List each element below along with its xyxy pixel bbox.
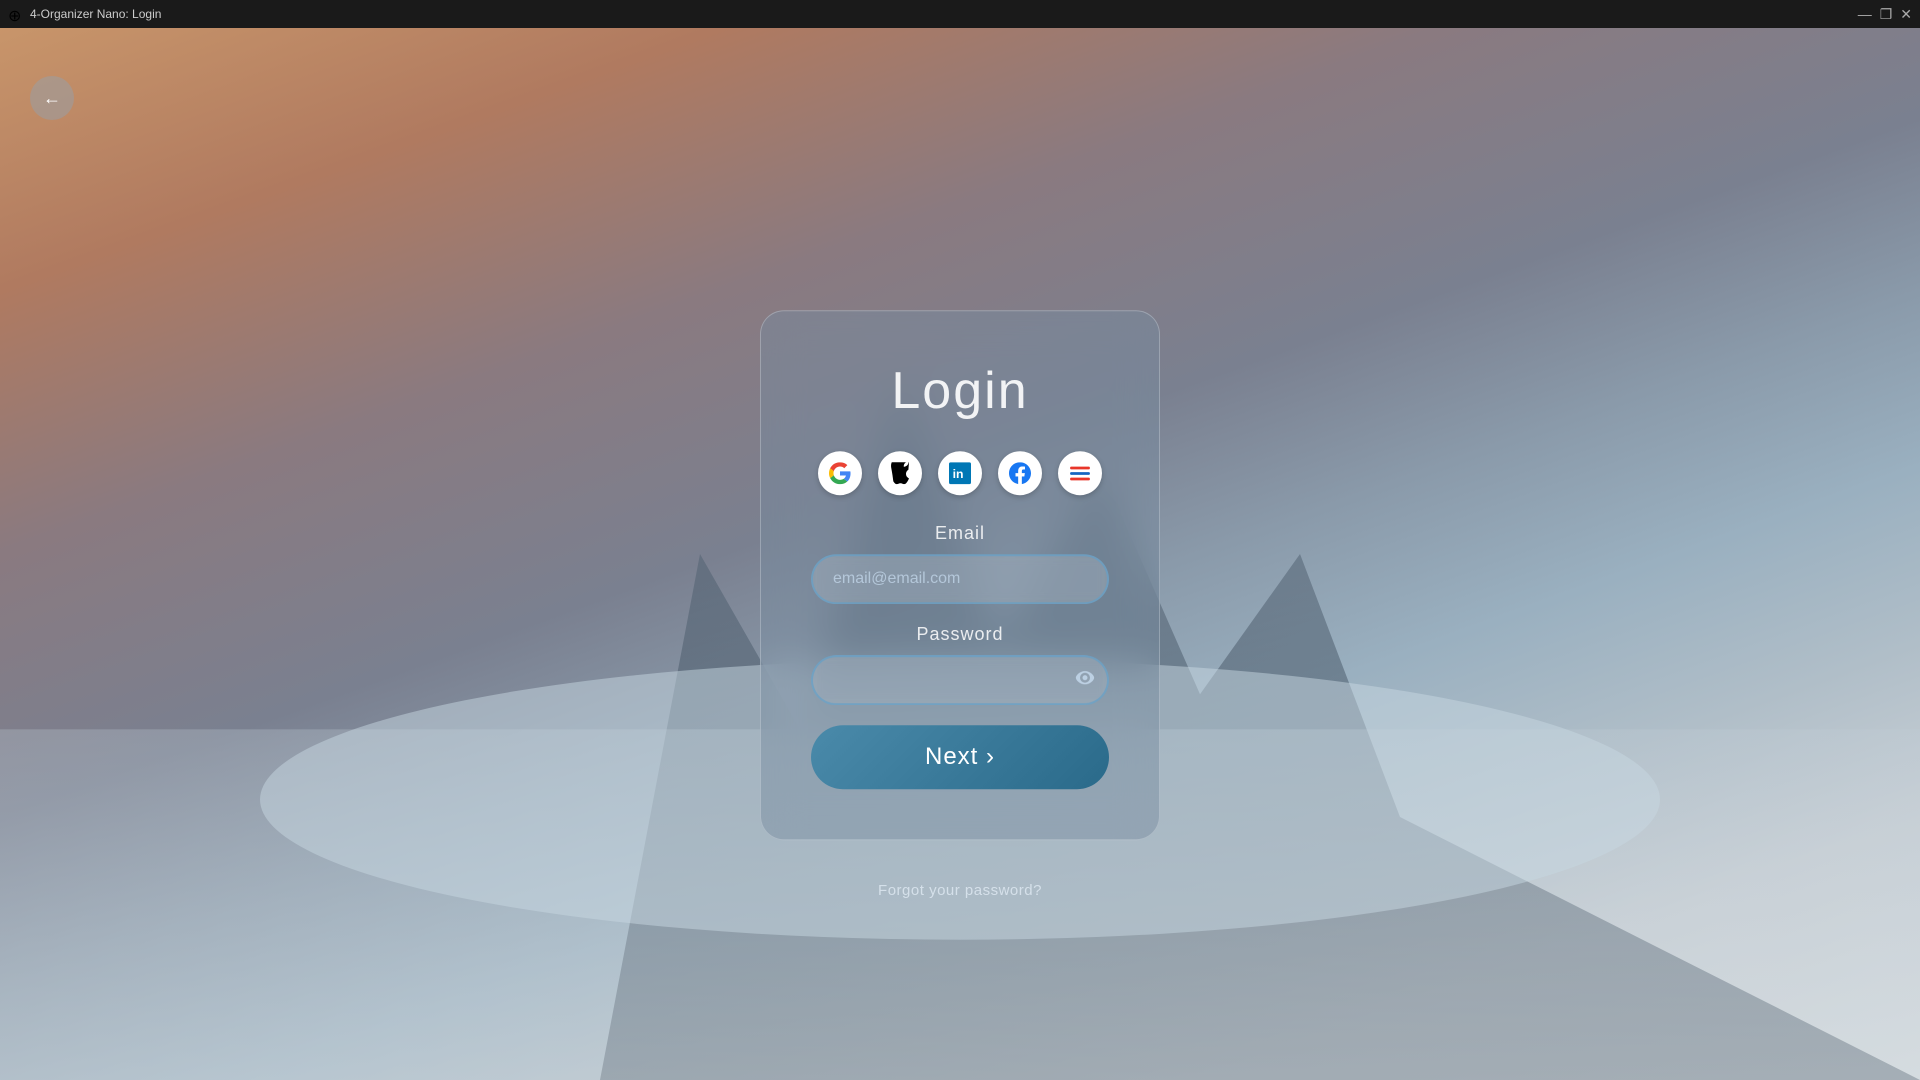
toggle-password-visibility-button[interactable]: [1075, 671, 1095, 690]
forgot-password-link[interactable]: Forgot your password?: [878, 882, 1042, 899]
facebook-login-button[interactable]: [998, 451, 1042, 495]
close-button[interactable]: ✕: [1900, 7, 1912, 21]
titlebar: ⊕ 4-Organizer Nano: Login — ❐ ✕: [0, 0, 1920, 28]
apple-icon: [890, 462, 910, 484]
back-button[interactable]: ←: [30, 76, 74, 120]
minimize-button[interactable]: —: [1858, 7, 1872, 21]
next-button[interactable]: Next ›: [811, 725, 1109, 789]
back-arrow-icon: ←: [43, 88, 61, 109]
google-login-button[interactable]: [818, 451, 862, 495]
email-field-group: Email: [811, 523, 1109, 604]
social-icons-row: in: [811, 451, 1109, 495]
login-title: Login: [811, 361, 1109, 421]
eye-icon: [1075, 671, 1095, 685]
titlebar-controls: — ❐ ✕: [1858, 7, 1912, 21]
password-field-group: Password: [811, 624, 1109, 705]
app-login-button[interactable]: [1058, 451, 1102, 495]
facebook-icon: [1009, 462, 1031, 484]
apple-login-button[interactable]: [878, 451, 922, 495]
custom-app-icon: [1069, 462, 1091, 484]
restore-button[interactable]: ❐: [1880, 7, 1893, 21]
password-input[interactable]: [811, 655, 1109, 705]
background: ← Login: [0, 28, 1920, 1080]
app-icon: ⊕: [8, 6, 24, 22]
email-input-wrapper: [811, 554, 1109, 604]
password-label: Password: [811, 624, 1109, 645]
titlebar-title: 4-Organizer Nano: Login: [30, 7, 161, 21]
email-label: Email: [811, 523, 1109, 544]
email-input[interactable]: [811, 554, 1109, 604]
password-input-wrapper: [811, 655, 1109, 705]
linkedin-login-button[interactable]: in: [938, 451, 982, 495]
linkedin-icon: in: [949, 462, 971, 484]
svg-text:in: in: [953, 467, 964, 481]
google-icon: [829, 462, 851, 484]
login-card: Login in: [760, 310, 1160, 840]
